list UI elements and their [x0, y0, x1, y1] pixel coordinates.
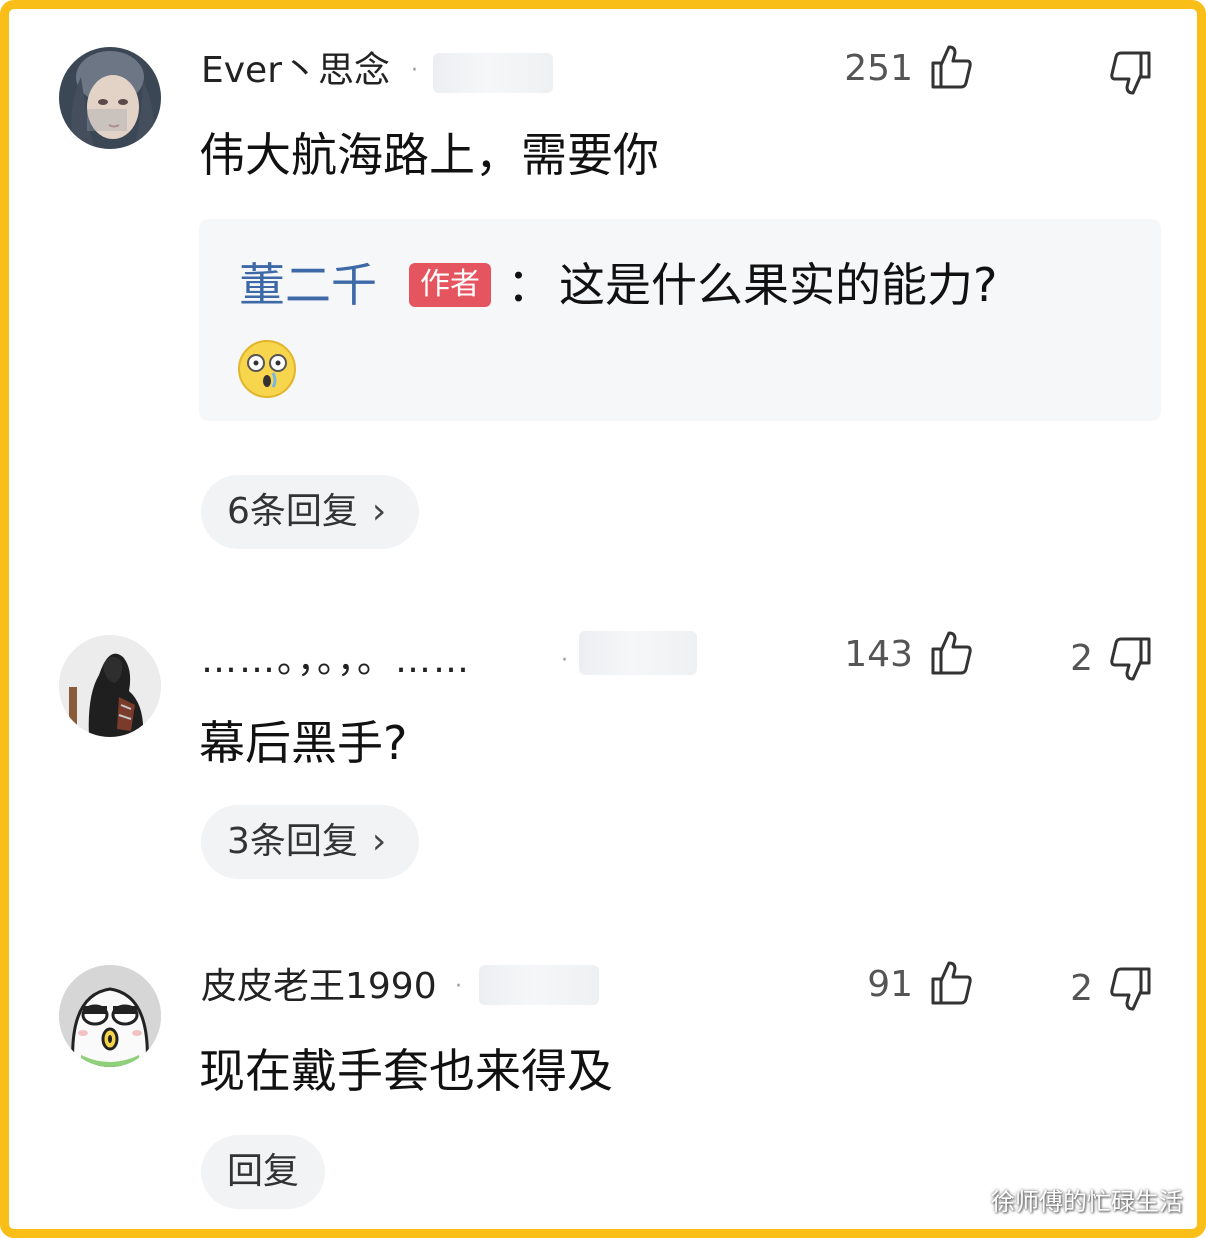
separator-dot: · — [411, 58, 418, 83]
reply-colon: ： — [507, 258, 553, 312]
like-count: 251 — [844, 48, 913, 89]
separator-dot: · — [561, 648, 568, 673]
thumbs-up-icon[interactable] — [927, 959, 975, 1007]
avatar[interactable] — [59, 965, 161, 1067]
author-reply-box[interactable]: 董二千 作者 ： 这是什么果实的能力? — [199, 219, 1161, 421]
thumbs-down-icon[interactable] — [1107, 965, 1155, 1013]
blurred-location-tag — [433, 53, 553, 93]
avatar[interactable] — [59, 47, 161, 149]
watermark-text: 徐师傅的忙碌生活 — [991, 1188, 1183, 1216]
like-count: 91 — [867, 964, 913, 1005]
comment-text: 幕后黑手? — [199, 716, 408, 770]
blurred-location-tag — [479, 965, 599, 1005]
thumbs-up-icon[interactable] — [927, 43, 975, 91]
hooded-figure-avatar-icon — [59, 635, 161, 737]
girl-portrait-avatar-icon — [59, 47, 161, 149]
surprised-face-emoji-icon — [237, 339, 297, 399]
view-replies-button[interactable]: 3条回复 › — [201, 805, 419, 879]
like-count: 143 — [844, 634, 913, 675]
dislike-count: 2 — [1070, 968, 1093, 1009]
reply-text: 这是什么果实的能力? — [559, 258, 998, 312]
comment-text: 伟大航海路上，需要你 — [199, 128, 659, 182]
username[interactable]: 皮皮老王1990 — [201, 965, 437, 1009]
reply-label: 回复 — [227, 1151, 300, 1192]
dislike-count: 2 — [1070, 638, 1093, 679]
comment-text: 现在戴手套也来得及 — [199, 1044, 613, 1098]
thumbs-down-icon[interactable] — [1107, 49, 1155, 97]
blurred-location-tag — [579, 631, 697, 675]
avatar[interactable] — [59, 635, 161, 737]
chevron-right-icon: › — [371, 491, 387, 532]
replies-label: 6条回复 — [227, 491, 358, 532]
reply-button[interactable]: 回复 — [201, 1135, 325, 1209]
thumbs-down-icon[interactable] — [1107, 635, 1155, 683]
author-badge: 作者 — [409, 263, 491, 307]
chevron-right-icon: › — [371, 821, 387, 862]
cartoon-egg-avatar-icon — [59, 965, 161, 1067]
reply-author-name[interactable]: 董二千 — [239, 257, 377, 313]
screenshot-frame: Ever丶思念 · 251 伟大航海路上，需要你 董二千 作者 ： 这是什么果实… — [0, 0, 1206, 1238]
thumbs-up-icon[interactable] — [927, 629, 975, 677]
replies-label: 3条回复 — [227, 821, 358, 862]
username[interactable]: Ever丶思念 — [201, 49, 390, 93]
view-replies-button[interactable]: 6条回复 › — [201, 475, 419, 549]
separator-dot: · — [455, 974, 462, 999]
username[interactable]: ……。，。，。…… — [201, 639, 471, 683]
